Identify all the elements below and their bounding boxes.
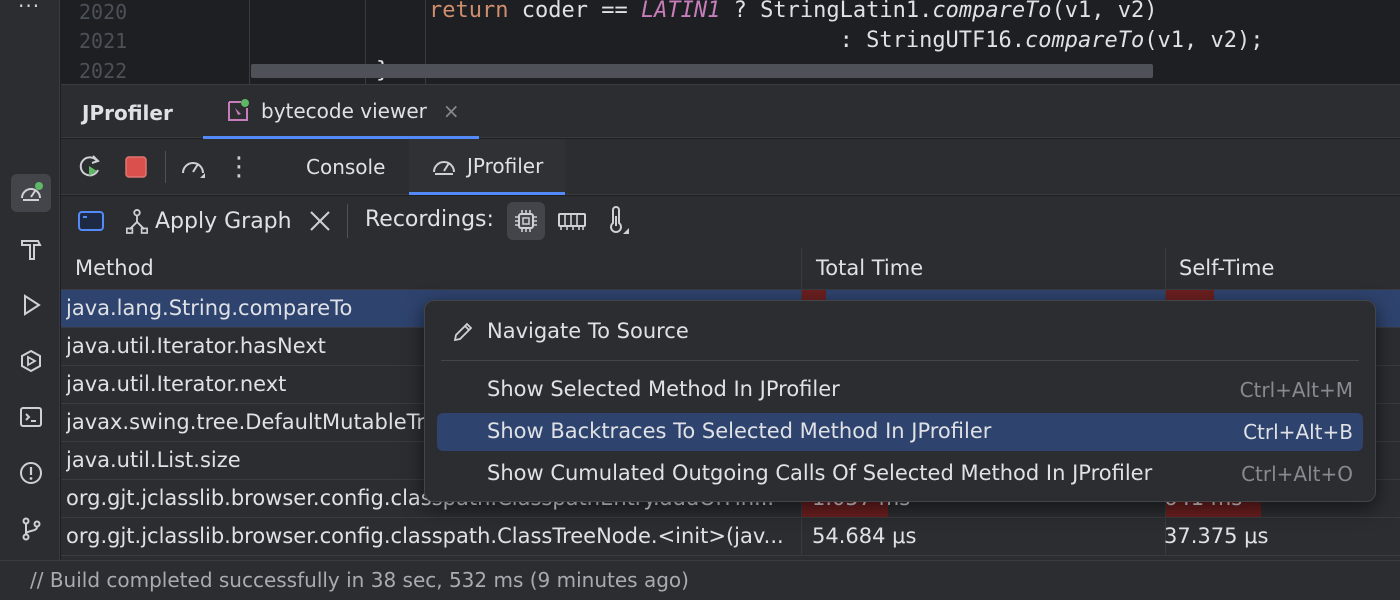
cpu-icon: [515, 210, 537, 232]
menu-item-label: Show Cumulated Outgoing Calls Of Selecte…: [487, 461, 1153, 485]
menu-item-shortcut: Ctrl+Alt+M: [1239, 378, 1353, 402]
profiler-settings-button[interactable]: [178, 152, 208, 182]
tab-label: bytecode viewer: [261, 98, 427, 123]
problems-icon: [20, 462, 42, 484]
close-icon: [310, 211, 330, 231]
git-icon: [22, 517, 41, 541]
run-tool-button[interactable]: [11, 286, 51, 324]
more-vertical-icon[interactable]: ⋮: [224, 152, 254, 182]
method-cell: org.gjt.jclasslib.browser.config.classpa…: [66, 524, 784, 548]
code-line: : StringUTF16.compareTo(v1, v2);: [429, 28, 1264, 53]
menu-item-shortcut: Ctrl+Alt+B: [1243, 420, 1353, 444]
profiler-icon: [21, 182, 43, 201]
close-icon[interactable]: ×: [443, 99, 460, 123]
status-bar: // Build completed successfully in 38 se…: [0, 560, 1400, 600]
menu-item-show-backtraces[interactable]: Show Backtraces To Selected Method In JP…: [437, 413, 1363, 451]
profiler-tool-button[interactable]: [11, 174, 51, 212]
close-graph-button[interactable]: [305, 206, 335, 236]
memory-recording-button[interactable]: [553, 202, 591, 240]
more-icon[interactable]: ···: [18, 0, 40, 18]
apply-graph-label: Apply Graph: [155, 208, 292, 234]
tab-bytecode-viewer[interactable]: bytecode viewer ×: [203, 85, 479, 139]
problems-tool-button[interactable]: [11, 454, 51, 492]
terminal-tool-button[interactable]: [11, 398, 51, 436]
menu-item-navigate-to-source[interactable]: Navigate To Source: [437, 313, 1363, 351]
profiler-toolbar: Apply Graph Recordings:: [61, 196, 1400, 248]
table-header: Method Total Time Self-Time: [61, 248, 1400, 290]
menu-item-shortcut: Ctrl+Alt+O: [1241, 462, 1353, 486]
tool-window-header: JProfiler bytecode viewer ×: [61, 84, 1400, 139]
services-icon: [21, 349, 41, 373]
cpu-recording-button[interactable]: [507, 202, 545, 240]
code-line: return coder == LATIN1 ? StringLatin1.co…: [429, 0, 1158, 23]
menu-item-show-selected-method[interactable]: Show Selected Method In JProfiler Ctrl+A…: [437, 371, 1363, 409]
line-number: 2022: [79, 59, 128, 83]
status-text: // Build completed successfully in 38 se…: [30, 568, 689, 592]
terminal-icon: [20, 407, 42, 427]
memory-icon: [558, 213, 586, 230]
menu-item-show-cumulated-outgoing-calls[interactable]: Show Cumulated Outgoing Calls Of Selecte…: [437, 455, 1363, 493]
total-time-cell: 54.684 μs: [812, 524, 917, 548]
rerun-icon: [79, 155, 100, 177]
window-icon: [78, 211, 104, 231]
self-time-cell: 37.375 μs: [1164, 524, 1269, 548]
thermometer-icon: [610, 206, 629, 234]
menu-item-label: Show Selected Method In JProfiler: [487, 377, 840, 401]
table-row[interactable]: org.gjt.jclasslib.browser.config.classpa…: [61, 518, 1400, 556]
thermometer-recording-button[interactable]: [599, 202, 637, 240]
menu-item-label: Show Backtraces To Selected Method In JP…: [487, 419, 992, 443]
build-tool-button[interactable]: [11, 230, 51, 268]
bytecode-viewer-icon: [225, 98, 251, 124]
line-number: 2021: [79, 29, 128, 53]
stop-button[interactable]: [121, 152, 151, 182]
horizontal-scrollbar[interactable]: [251, 64, 1153, 78]
tab-jprofiler[interactable]: JProfiler: [409, 139, 566, 195]
speedometer-icon: [182, 162, 205, 178]
build-hammer-icon: [21, 240, 42, 260]
context-menu: Navigate To Source Show Selected Method …: [424, 300, 1376, 502]
tab-console[interactable]: Console: [287, 139, 404, 195]
edit-pencil-icon: [453, 322, 473, 342]
apply-graph-icon: [126, 209, 148, 234]
left-tool-strip: ···: [0, 0, 60, 562]
services-tool-button[interactable]: [11, 342, 51, 380]
line-number: 2020: [79, 0, 128, 24]
menu-item-label: Navigate To Source: [487, 319, 689, 343]
apply-graph-button[interactable]: Apply Graph: [125, 206, 292, 236]
column-header-method[interactable]: Method: [75, 256, 154, 280]
rerun-button[interactable]: [75, 152, 105, 182]
window-button[interactable]: [76, 206, 106, 236]
speedometer-icon: [433, 160, 455, 175]
run-toolbar: ⋮ Console JProfiler: [61, 139, 1400, 195]
run-icon: [24, 294, 41, 316]
stop-icon: [125, 156, 147, 178]
column-header-self-time[interactable]: Self-Time: [1179, 256, 1274, 280]
code-editor[interactable]: 2020 2021 2022 return coder == LATIN1 ? …: [61, 0, 1400, 84]
recordings-label: Recordings:: [365, 207, 494, 232]
git-tool-button[interactable]: [11, 510, 51, 548]
column-header-total-time[interactable]: Total Time: [816, 256, 923, 280]
tool-window-title: JProfiler: [82, 101, 173, 125]
